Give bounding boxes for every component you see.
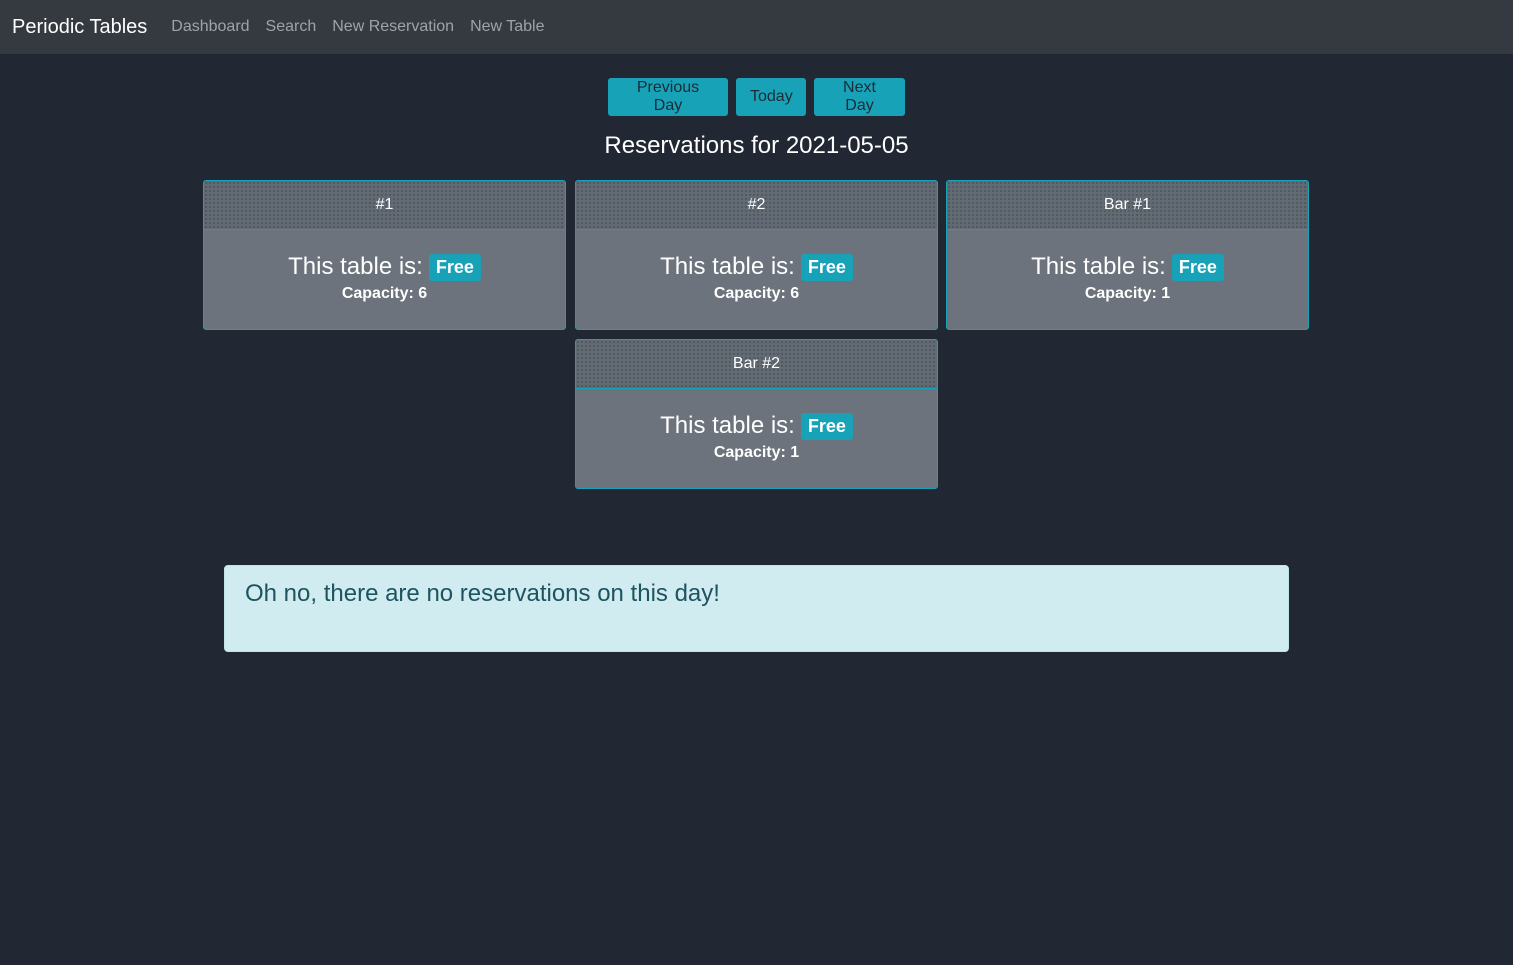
table-status-line: This table is: Free: [947, 252, 1308, 281]
table-card-header: Bar #2: [576, 340, 937, 389]
nav-new-table-link[interactable]: New Table: [470, 18, 544, 36]
alert-message: Oh no, there are no reservations on this…: [245, 580, 720, 607]
brand-link[interactable]: Periodic Tables: [12, 16, 147, 39]
status-badge: Free: [800, 413, 853, 440]
table-capacity: Capacity: 6: [341, 285, 428, 302]
table-status-line: This table is: Free: [204, 252, 565, 281]
day-navigation: Previous Day Today Next Day: [0, 78, 1513, 116]
table-card-header: #1: [204, 181, 565, 230]
table-status-label: This table is:: [288, 252, 423, 280]
previous-day-button[interactable]: Previous Day: [608, 78, 728, 116]
page-title: Reservations for 2021-05-05: [604, 132, 909, 159]
table-status-label: This table is:: [660, 411, 795, 439]
table-status-label: This table is:: [660, 252, 795, 280]
status-badge: Free: [800, 254, 853, 281]
table-card-body: This table is: Free Capacity: 6: [204, 230, 565, 303]
navbar: Periodic Tables Dashboard Search New Res…: [0, 0, 1513, 54]
nav-new-reservation-link[interactable]: New Reservation: [332, 18, 454, 36]
nav-dashboard-link[interactable]: Dashboard: [171, 18, 249, 36]
no-reservations-alert: Oh no, there are no reservations on this…: [224, 565, 1289, 652]
table-card-body: This table is: Free Capacity: 1: [576, 389, 937, 462]
next-day-button[interactable]: Next Day: [814, 78, 905, 116]
table-card: Bar #1 This table is: Free Capacity: 1: [946, 180, 1309, 330]
table-card-header: Bar #1: [947, 181, 1308, 230]
table-card: Bar #2 This table is: Free Capacity: 1: [575, 339, 938, 489]
table-capacity: Capacity: 6: [713, 285, 800, 302]
status-badge: Free: [428, 254, 481, 281]
today-button[interactable]: Today: [736, 78, 806, 116]
table-card-header: #2: [576, 181, 937, 230]
table-card-body: This table is: Free Capacity: 1: [947, 230, 1308, 303]
table-card: #1 This table is: Free Capacity: 6: [203, 180, 566, 330]
table-capacity: Capacity: 1: [1084, 285, 1171, 302]
nav-search-link[interactable]: Search: [266, 18, 317, 36]
table-card: #2 This table is: Free Capacity: 6: [575, 180, 938, 330]
table-status-label: This table is:: [1031, 252, 1166, 280]
table-status-line: This table is: Free: [576, 411, 937, 440]
table-status-line: This table is: Free: [576, 252, 937, 281]
table-capacity: Capacity: 1: [713, 444, 800, 461]
table-card-body: This table is: Free Capacity: 6: [576, 230, 937, 303]
status-badge: Free: [1171, 254, 1224, 281]
